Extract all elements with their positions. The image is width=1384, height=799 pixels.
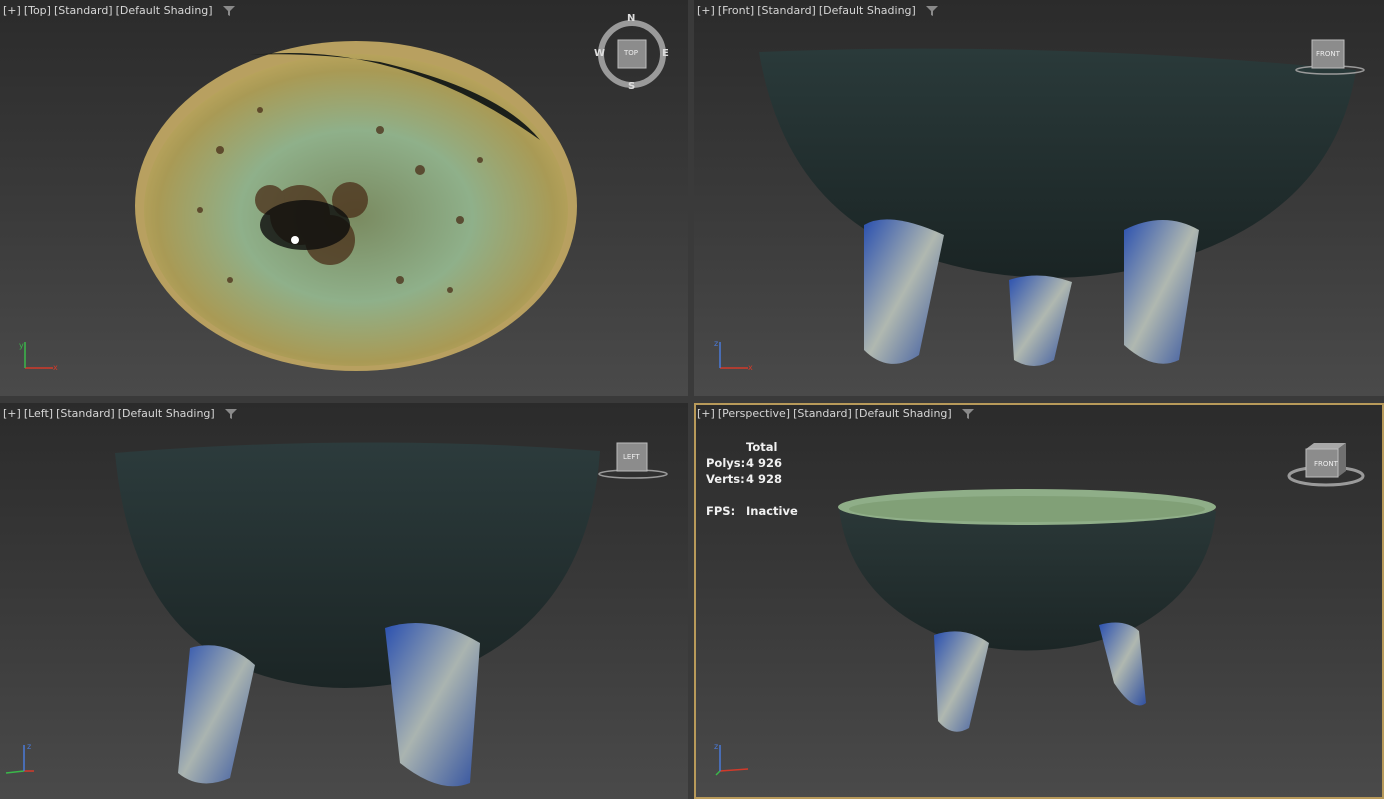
- stats-polys-label: Polys:: [706, 456, 746, 470]
- axis-tripod-icon: z: [5, 742, 34, 774]
- viewcube[interactable]: FRONT: [1286, 439, 1366, 489]
- viewcube-face-label: FRONT: [1316, 50, 1340, 58]
- svg-text:y: y: [19, 341, 24, 350]
- viewport-menu-plus[interactable]: [+]: [697, 4, 715, 17]
- viewcube[interactable]: LEFT: [597, 441, 672, 481]
- viewport-point-of-view[interactable]: [Left]: [24, 407, 53, 420]
- svg-text:x: x: [53, 363, 58, 372]
- svg-text:x: x: [748, 363, 753, 372]
- stats-verts-label: Verts:: [706, 472, 745, 486]
- filter-icon[interactable]: [224, 408, 238, 420]
- axis-tripod-icon: z: [714, 742, 749, 776]
- axis-tripod-icon: y x: [19, 341, 58, 372]
- viewport-shading[interactable]: [Default Shading]: [855, 407, 952, 420]
- stats-polys-value: 4 926: [746, 456, 783, 470]
- svg-text:z: z: [27, 742, 31, 751]
- filter-icon[interactable]: [925, 5, 939, 17]
- viewport-perspective-label: [+] [Perspective] [Standard] [Default Sh…: [697, 407, 975, 420]
- viewport-preset[interactable]: [Standard]: [56, 407, 115, 420]
- stats-fps-value: Inactive: [746, 504, 798, 518]
- viewport-shading[interactable]: [Default Shading]: [116, 4, 213, 17]
- axis-tripod-icon: z x: [714, 339, 753, 372]
- viewport-perspective[interactable]: Total Polys: 4 926 Verts: 4 928 FPS: Inacti…: [694, 403, 1384, 799]
- compass-north-label: N: [627, 13, 636, 24]
- viewport-left-label: [+] [Left] [Standard] [Default Shading]: [3, 407, 238, 420]
- svg-text:z: z: [714, 742, 718, 751]
- viewcube-face-label: FRONT: [1314, 460, 1338, 468]
- viewcube-ring-icon: [598, 442, 668, 479]
- viewcube-face-label: LEFT: [623, 453, 640, 461]
- viewport-shading[interactable]: [Default Shading]: [118, 407, 215, 420]
- compass-east-label: E: [662, 48, 669, 59]
- statistics-overlay: Total Polys: 4 926 Verts: 4 928 FPS: Inacti…: [706, 439, 798, 519]
- viewport-left[interactable]: LEFT z [+] [Left] [Standard] [Default Sh…: [0, 403, 688, 799]
- viewport-menu-plus[interactable]: [+]: [3, 407, 21, 420]
- stats-verts-value: 4 928: [746, 472, 783, 486]
- filter-icon[interactable]: [961, 408, 975, 420]
- viewport-top[interactable]: N S E W TOP y x [+] [Top] [Standard] [De…: [0, 0, 688, 396]
- viewport-preset[interactable]: [Standard]: [793, 407, 852, 420]
- viewport-point-of-view[interactable]: [Front]: [718, 4, 754, 17]
- viewport-menu-plus[interactable]: [+]: [3, 4, 21, 17]
- viewport-preset[interactable]: [Standard]: [757, 4, 816, 17]
- viewport-point-of-view[interactable]: [Top]: [24, 4, 51, 17]
- viewport-front-label: [+] [Front] [Standard] [Default Shading]: [697, 4, 939, 17]
- viewport-shading[interactable]: [Default Shading]: [819, 4, 916, 17]
- bowl-left-view: [115, 442, 600, 787]
- bowl-top-view: [135, 41, 577, 371]
- viewport-preset[interactable]: [Standard]: [54, 4, 113, 17]
- compass-west-label: W: [594, 48, 606, 59]
- stats-total-header: Total: [746, 440, 778, 454]
- viewcube-face-label: TOP: [624, 49, 639, 57]
- viewport-point-of-view[interactable]: [Perspective]: [718, 407, 790, 420]
- viewport-top-label: [+] [Top] [Standard] [Default Shading]: [3, 4, 236, 17]
- compass-south-label: S: [628, 81, 636, 92]
- svg-text:z: z: [714, 339, 718, 348]
- viewcube-compass[interactable]: N S E W TOP: [593, 13, 673, 95]
- viewport-menu-plus[interactable]: [+]: [697, 407, 715, 420]
- viewport-front[interactable]: FRONT z x [+] [Front] [Standard] [Defaul…: [694, 0, 1384, 396]
- bowl-front-view: [759, 48, 1356, 366]
- viewcube[interactable]: FRONT: [1294, 38, 1369, 78]
- filter-icon[interactable]: [222, 5, 236, 17]
- stats-fps-label: FPS:: [706, 504, 736, 518]
- viewcube-ring-icon: [1295, 39, 1365, 75]
